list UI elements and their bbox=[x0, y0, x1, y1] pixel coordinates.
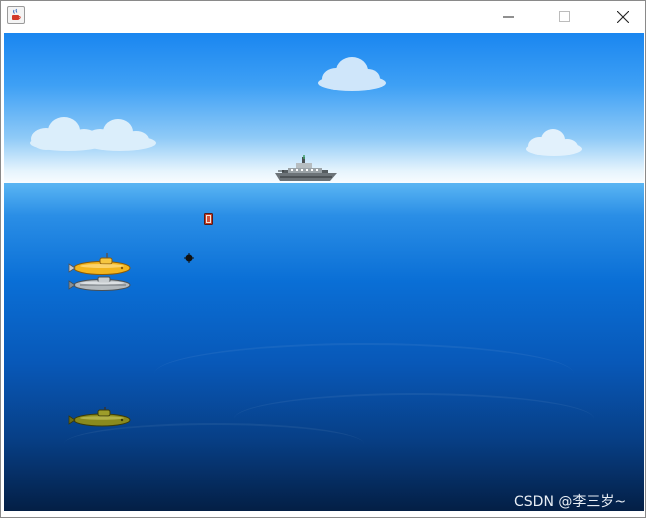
minimize-button[interactable] bbox=[486, 1, 532, 32]
mine-icon bbox=[184, 253, 194, 263]
maximize-button[interactable] bbox=[542, 1, 588, 32]
java-cup-icon[interactable] bbox=[7, 6, 25, 24]
cloud-icon bbox=[526, 129, 582, 156]
cloud-icon bbox=[318, 57, 386, 91]
wave bbox=[64, 423, 364, 465]
close-icon bbox=[617, 10, 629, 23]
title-bar[interactable] bbox=[1, 1, 645, 32]
sea bbox=[4, 183, 644, 511]
olive-submarine-icon bbox=[68, 407, 131, 427]
app-window: CSDN @李三岁~ bbox=[0, 0, 646, 518]
cloud-icon bbox=[84, 119, 156, 151]
game-canvas[interactable] bbox=[4, 33, 644, 511]
yellow-submarine-icon bbox=[68, 253, 131, 275]
minimize-icon bbox=[503, 16, 514, 17]
watermark: CSDN @李三岁~ bbox=[514, 494, 627, 510]
depth-charge-icon bbox=[204, 213, 213, 225]
close-button[interactable] bbox=[600, 1, 646, 32]
gray-submarine-icon bbox=[68, 276, 131, 291]
maximize-icon bbox=[559, 10, 570, 22]
destroyer-ship-icon[interactable] bbox=[274, 155, 338, 183]
